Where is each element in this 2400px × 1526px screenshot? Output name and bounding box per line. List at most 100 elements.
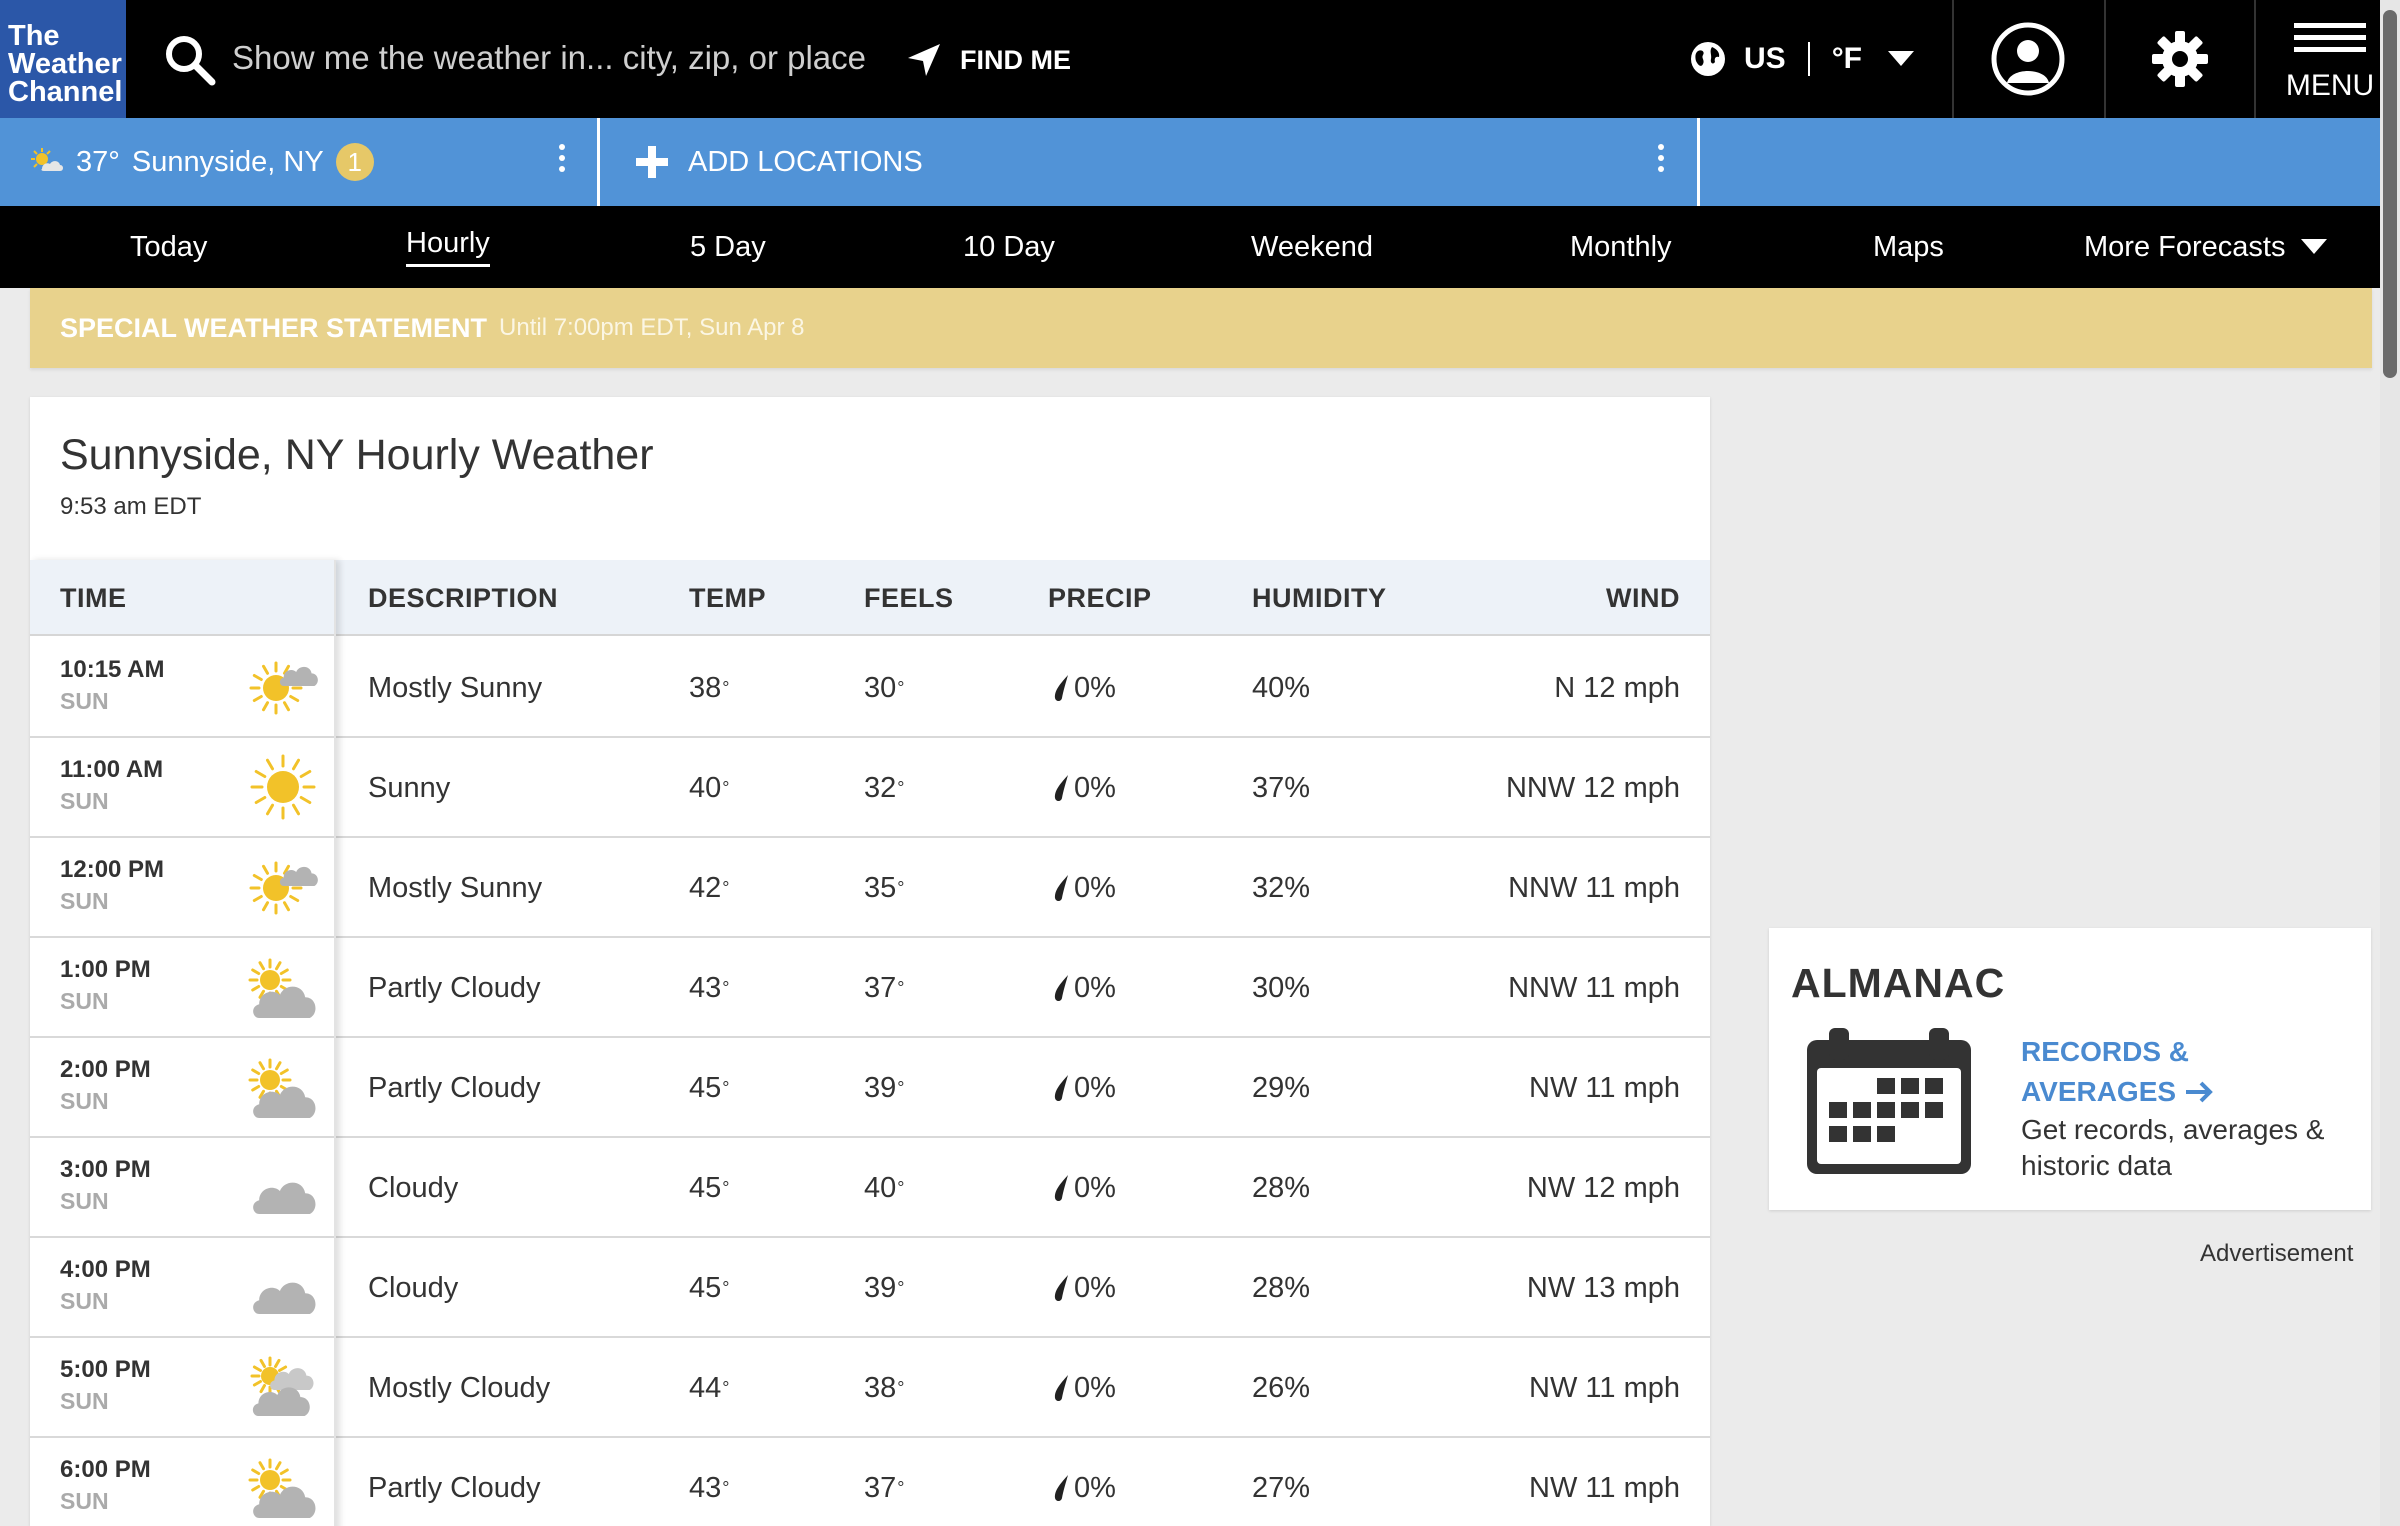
- degree-symbol: °: [897, 977, 905, 998]
- page-scrollbar[interactable]: [2380, 0, 2400, 1526]
- row-humidity: 37%: [1252, 771, 1311, 804]
- table-row[interactable]: 5:00 PM SUN Mostly Cloudy 44 ° 38 ° 0% 26%…: [30, 1338, 1710, 1438]
- tab-10-day-label: 10 Day: [963, 230, 1055, 263]
- tab-weekend[interactable]: Weekend: [1251, 206, 1373, 288]
- weather-channel-logo[interactable]: The Weather Channel: [0, 0, 126, 118]
- table-row[interactable]: 4:00 PM SUN Cloudy 45 ° 39 ° 0% 28% NW 13 …: [30, 1238, 1710, 1338]
- location-divider: [597, 118, 600, 206]
- tab-maps[interactable]: Maps: [1873, 206, 1944, 288]
- degree-symbol: °: [897, 877, 905, 898]
- row-time: 2:00 PM SUN: [60, 1056, 151, 1115]
- degree-symbol: °: [897, 1077, 905, 1098]
- current-location-button[interactable]: 37° Sunnyside, NY 1: [0, 118, 598, 206]
- tab-10-day[interactable]: 10 Day: [963, 206, 1055, 288]
- arrow-right-icon: [2185, 1081, 2213, 1103]
- tab-more-forecasts[interactable]: More Forecasts: [2084, 206, 2328, 288]
- row-humidity: 27%: [1252, 1471, 1311, 1504]
- row-feels: 39 °: [864, 1038, 904, 1138]
- row-time: 6:00 PM SUN: [60, 1456, 151, 1515]
- table-row[interactable]: 12:00 PM SUN Mostly Sunny 42 ° 35 ° 0% 32%…: [30, 838, 1710, 938]
- degree-symbol: °: [722, 777, 730, 798]
- profile-button[interactable]: [1952, 0, 2102, 118]
- menu-button[interactable]: MENU: [2254, 0, 2400, 118]
- tab-hourly[interactable]: Hourly: [406, 206, 490, 288]
- forecast-tab-nav: Today Hourly 5 Day 10 Day Weekend Monthl…: [0, 206, 2400, 288]
- row-precip: 0%: [1052, 1338, 1116, 1438]
- row-feels: 35 °: [864, 838, 904, 938]
- tab-today[interactable]: Today: [130, 206, 207, 288]
- locale-divider: [1807, 42, 1810, 76]
- row-temp: 38 °: [689, 638, 729, 738]
- locale-unit: °F: [1831, 42, 1863, 75]
- location-options-icon[interactable]: [557, 144, 567, 180]
- row-feels-value: 39: [864, 1071, 897, 1104]
- records-averages-link[interactable]: RECORDS & AVERAGES: [2021, 1032, 2341, 1112]
- alert-count-badge: 1: [335, 143, 374, 181]
- row-time: 4:00 PM SUN: [60, 1256, 151, 1315]
- row-humidity: 40%: [1252, 671, 1311, 704]
- row-day: SUN: [60, 788, 109, 814]
- table-header: TIME DESCRIPTION TEMP FEELS PRECIP HUMID…: [30, 560, 1710, 636]
- table-row[interactable]: 1:00 PM SUN Partly Cloudy 43 ° 37 ° 0% 30%…: [30, 938, 1710, 1038]
- special-weather-alert[interactable]: SPECIAL WEATHER STATEMENT Until 7:00pm E…: [30, 288, 2372, 368]
- row-temp-value: 38: [689, 671, 722, 704]
- almanac-title: ALMANAC: [1791, 960, 2006, 1006]
- almanac-card: ALMANAC RECORDS & AVERAGES Get records, …: [1769, 928, 2371, 1210]
- search-icon[interactable]: [162, 32, 218, 88]
- column-header-temp: TEMP: [689, 582, 767, 613]
- add-locations-label: ADD LOCATIONS: [688, 145, 923, 178]
- row-temp: 45 °: [689, 1238, 729, 1338]
- add-locations-options-icon[interactable]: [1656, 144, 1666, 180]
- row-wind: NW 12 mph: [1526, 1171, 1680, 1204]
- row-feels: 32 °: [864, 738, 904, 838]
- row-temp: 44 °: [689, 1338, 729, 1438]
- row-wind: NNW 11 mph: [1508, 871, 1680, 904]
- row-wind: NW 11 mph: [1529, 1471, 1680, 1504]
- search-input[interactable]: [232, 30, 872, 86]
- tab-5-day[interactable]: 5 Day: [690, 206, 766, 288]
- raindrop-icon: [1054, 675, 1068, 701]
- add-locations-button[interactable]: ADD LOCATIONS: [636, 118, 923, 206]
- user-profile-icon: [1991, 22, 2065, 96]
- advertisement-label: Advertisement: [2200, 1240, 2354, 1267]
- row-temp-value: 43: [689, 971, 722, 1004]
- row-feels: 40 °: [864, 1138, 904, 1238]
- row-day: SUN: [60, 1088, 109, 1114]
- row-humidity: 28%: [1252, 1271, 1311, 1304]
- row-humidity: 26%: [1252, 1371, 1311, 1404]
- degree-symbol: °: [897, 1177, 905, 1198]
- raindrop-icon: [1054, 1275, 1068, 1301]
- partly-cloudy-icon: [248, 958, 316, 1018]
- row-temp-value: 40: [689, 771, 722, 804]
- current-location-name: Sunnyside, NY: [131, 145, 324, 178]
- tab-maps-label: Maps: [1873, 230, 1944, 263]
- tab-monthly[interactable]: Monthly: [1570, 206, 1672, 288]
- table-row[interactable]: 2:00 PM SUN Partly Cloudy 45 ° 39 ° 0% 29%…: [30, 1038, 1710, 1138]
- row-wind: NNW 12 mph: [1505, 771, 1680, 804]
- row-temp-value: 45: [689, 1071, 722, 1104]
- row-description: Cloudy: [368, 1271, 459, 1304]
- table-row[interactable]: 6:00 PM SUN Partly Cloudy 43 ° 37 ° 0% 27%…: [30, 1438, 1710, 1526]
- table-row[interactable]: 10:15 AM SUN Mostly Sunny 38 ° 30 ° 0% 40%…: [30, 638, 1710, 738]
- menu-label: MENU: [2285, 68, 2375, 102]
- column-header-time: TIME: [60, 582, 127, 613]
- locale-selector[interactable]: US °F: [1690, 34, 1915, 84]
- table-row[interactable]: 3:00 PM SUN Cloudy 45 ° 40 ° 0% 28% NW 12 …: [30, 1138, 1710, 1238]
- find-me-button[interactable]: FIND ME: [906, 34, 1071, 86]
- row-precip: 0%: [1052, 1238, 1116, 1338]
- settings-button[interactable]: [2104, 0, 2254, 118]
- scrollbar-thumb[interactable]: [2383, 10, 2397, 378]
- row-day: SUN: [60, 1388, 109, 1414]
- row-day: SUN: [60, 1488, 109, 1514]
- row-day: SUN: [60, 1288, 109, 1314]
- row-time-value: 3:00 PM: [60, 1156, 151, 1183]
- row-wind: NNW 11 mph: [1508, 971, 1680, 1004]
- degree-symbol: °: [722, 1477, 730, 1498]
- logo-line-2: Weather: [8, 48, 122, 80]
- row-temp-value: 44: [689, 1371, 722, 1404]
- row-wind: NW 13 mph: [1526, 1271, 1680, 1304]
- table-row[interactable]: 11:00 AM SUN Sunny 40 ° 32 ° 0% 37% NNW 12…: [30, 738, 1710, 838]
- row-feels-value: 37: [864, 1471, 897, 1504]
- globe-icon: [1691, 42, 1725, 76]
- plus-icon: [636, 146, 668, 178]
